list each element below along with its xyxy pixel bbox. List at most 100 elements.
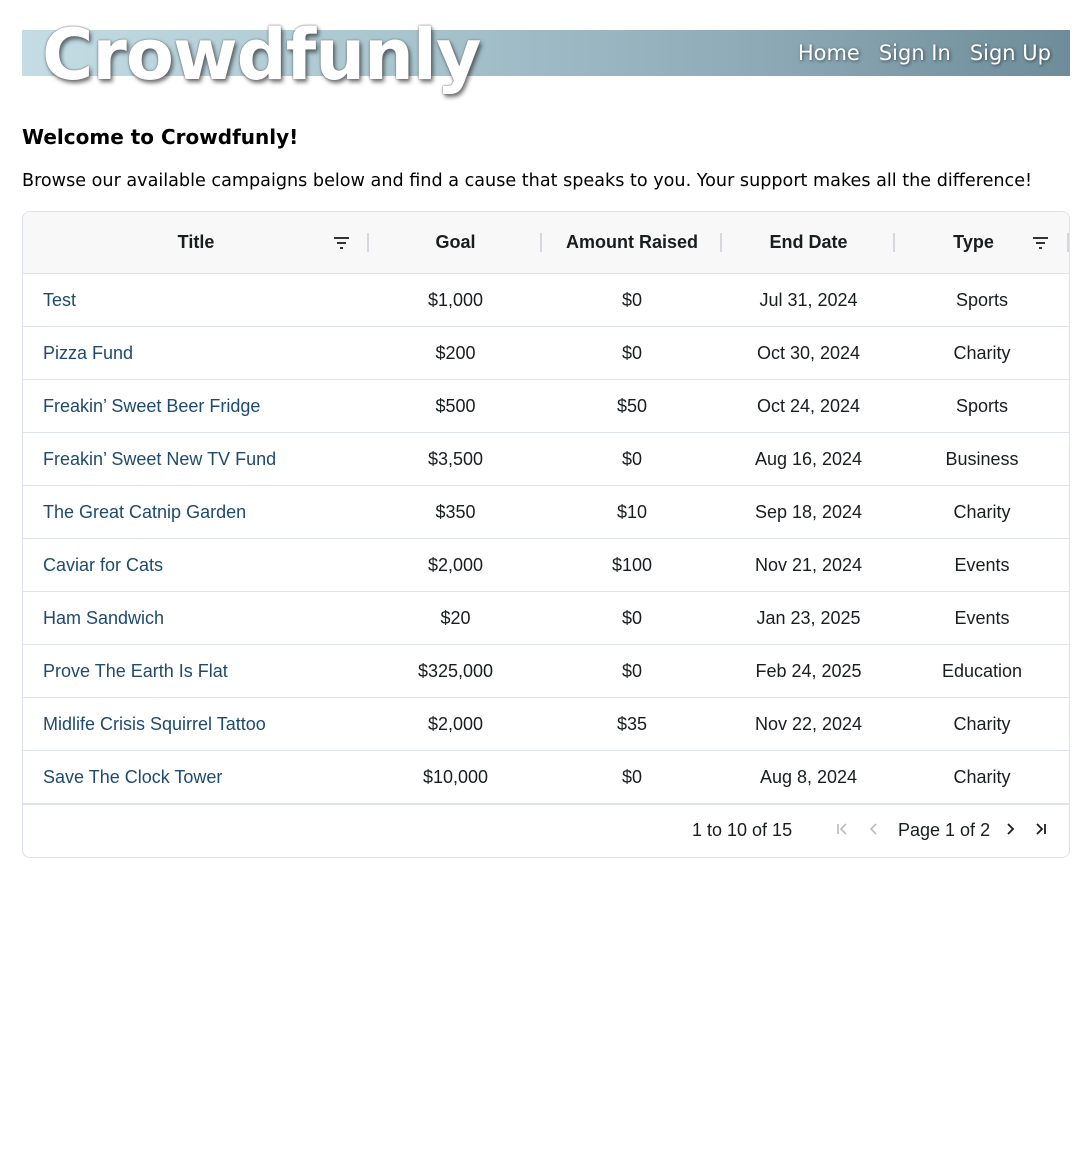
amount-raised-cell: $100 — [542, 539, 722, 591]
page-indicator: Page 1 of 2 — [898, 820, 991, 840]
end-date-cell-text: Jan 23, 2025 — [756, 607, 861, 628]
nav-home-link[interactable]: Home — [798, 36, 860, 70]
column-separator[interactable] — [1067, 233, 1069, 252]
welcome-heading: Welcome to Crowdfunly! — [22, 125, 299, 149]
amount-raised-cell-text: $50 — [616, 395, 648, 416]
campaign-title-link[interactable]: Pizza Fund — [43, 343, 133, 364]
end-date-cell: Feb 24, 2025 — [722, 645, 895, 697]
column-header-label: Type — [953, 232, 994, 252]
table-row[interactable]: Prove The Earth Is Flat $325,000 $0 Feb 24,… — [23, 645, 1069, 698]
end-date-cell-text: Oct 30, 2024 — [756, 342, 861, 363]
campaign-title-link[interactable]: Test — [43, 290, 76, 311]
column-header-end-date[interactable]: End Date — [722, 212, 895, 273]
end-date-cell: Aug 16, 2024 — [722, 433, 895, 485]
table-row[interactable]: The Great Catnip Garden $350 $10 Sep 18, 20… — [23, 486, 1069, 539]
campaign-title-link[interactable]: Freakin’ Sweet Beer Fridge — [43, 396, 260, 417]
table-row[interactable]: Test $1,000 $0 Jul 31, 2024 Sports — [23, 274, 1069, 327]
end-date-cell: Sep 18, 2024 — [722, 486, 895, 538]
table-body: Test $1,000 $0 Jul 31, 2024 Sports Pizza Fund… — [23, 274, 1069, 804]
amount-raised-cell: $35 — [542, 698, 722, 750]
column-header-type[interactable]: Type — [895, 212, 1069, 273]
type-cell-text: Charity — [953, 342, 1011, 363]
type-cell-text: Events — [954, 554, 1010, 575]
end-date-cell-text: Jul 31, 2024 — [759, 289, 858, 310]
amount-raised-cell-text: $0 — [621, 660, 643, 681]
goal-cell-text: $350 — [435, 501, 476, 522]
column-header-amount-raised[interactable]: Amount Raised — [542, 212, 722, 273]
table-row[interactable]: Ham Sandwich $20 $0 Jan 23, 2025 Events — [23, 592, 1069, 645]
campaign-title-link[interactable]: Ham Sandwich — [43, 608, 164, 629]
type-cell: Charity — [895, 327, 1069, 379]
table-row[interactable]: Pizza Fund $200 $0 Oct 30, 2024 Charity — [23, 327, 1069, 380]
type-cell: Education — [895, 645, 1069, 697]
table-row[interactable]: Save The Clock Tower $10,000 $0 Aug 8, 2024… — [23, 751, 1069, 804]
title-cell: Prove The Earth Is Flat — [23, 645, 369, 697]
amount-raised-cell-text: $0 — [621, 766, 643, 787]
filter-icon[interactable] — [1033, 237, 1049, 249]
type-cell-text: Business — [945, 448, 1019, 469]
last-page-icon[interactable] — [1034, 818, 1048, 842]
table-row[interactable]: Caviar for Cats $2,000 $100 Nov 21, 2024 Eve… — [23, 539, 1069, 592]
campaign-title-link[interactable]: The Great Catnip Garden — [43, 502, 246, 523]
amount-raised-cell-text: $0 — [621, 289, 643, 310]
amount-raised-cell: $10 — [542, 486, 722, 538]
amount-raised-cell: $0 — [542, 645, 722, 697]
goal-cell: $10,000 — [369, 751, 542, 803]
type-cell: Charity — [895, 698, 1069, 750]
campaign-title-link[interactable]: Prove The Earth Is Flat — [43, 661, 228, 682]
goal-cell-text: $2,000 — [427, 554, 484, 575]
previous-page-icon[interactable] — [868, 818, 880, 842]
campaign-title-link[interactable]: Midlife Crisis Squirrel Tattoo — [43, 714, 266, 735]
row-count-summary: 1 to 10 of 15 — [692, 820, 793, 840]
type-cell-text: Charity — [953, 766, 1011, 787]
goal-cell: $2,000 — [369, 539, 542, 591]
end-date-cell: Oct 24, 2024 — [722, 380, 895, 432]
end-date-cell: Aug 8, 2024 — [722, 751, 895, 803]
column-header-label: Amount Raised — [565, 232, 698, 252]
nav-sign-in-link[interactable]: Sign In — [879, 36, 951, 70]
goal-cell-text: $10,000 — [422, 766, 489, 787]
filter-icon[interactable] — [334, 237, 350, 249]
goal-cell: $1,000 — [369, 274, 542, 326]
goal-cell-text: $3,500 — [427, 448, 484, 469]
table-header-row: Title Goal Amount Raised End Date Type — [23, 212, 1069, 274]
title-cell: Pizza Fund — [23, 327, 369, 379]
title-cell: Midlife Crisis Squirrel Tattoo — [23, 698, 369, 750]
title-cell: Test — [23, 274, 369, 326]
end-date-cell: Jul 31, 2024 — [722, 274, 895, 326]
first-page-icon[interactable] — [835, 818, 849, 842]
next-page-icon[interactable] — [1004, 818, 1016, 842]
table-row[interactable]: Midlife Crisis Squirrel Tattoo $2,000 $35 N… — [23, 698, 1069, 751]
amount-raised-cell: $0 — [542, 327, 722, 379]
type-cell-text: Sports — [955, 395, 1009, 416]
campaigns-table: Title Goal Amount Raised End Date Type T… — [22, 211, 1070, 858]
type-cell-text: Charity — [953, 501, 1011, 522]
amount-raised-cell-text: $0 — [621, 607, 643, 628]
amount-raised-cell-text: $35 — [616, 713, 648, 734]
end-date-cell: Oct 30, 2024 — [722, 327, 895, 379]
campaign-title-link[interactable]: Caviar for Cats — [43, 555, 163, 576]
site-logo[interactable]: Crowdfunly — [42, 10, 482, 100]
amount-raised-cell-text: $0 — [621, 448, 643, 469]
goal-cell-text: $1,000 — [427, 289, 484, 310]
campaign-title-link[interactable]: Save The Clock Tower — [43, 767, 222, 788]
type-cell: Events — [895, 539, 1069, 591]
goal-cell-text: $2,000 — [427, 713, 484, 734]
title-cell: Caviar for Cats — [23, 539, 369, 591]
goal-cell: $2,000 — [369, 698, 542, 750]
nav-sign-up-link[interactable]: Sign Up — [970, 36, 1051, 70]
end-date-cell: Nov 21, 2024 — [722, 539, 895, 591]
table-row[interactable]: Freakin’ Sweet Beer Fridge $500 $50 Oct 24,… — [23, 380, 1069, 433]
goal-cell: $500 — [369, 380, 542, 432]
column-header-title[interactable]: Title — [23, 212, 369, 273]
campaign-title-link[interactable]: Freakin’ Sweet New TV Fund — [43, 449, 276, 470]
column-header-goal[interactable]: Goal — [369, 212, 542, 273]
type-cell: Charity — [895, 751, 1069, 803]
type-cell: Events — [895, 592, 1069, 644]
type-cell-text: Education — [941, 660, 1023, 681]
goal-cell: $350 — [369, 486, 542, 538]
type-cell: Sports — [895, 274, 1069, 326]
type-cell-text: Charity — [953, 713, 1011, 734]
goal-cell: $20 — [369, 592, 542, 644]
table-row[interactable]: Freakin’ Sweet New TV Fund $3,500 $0 Aug 16… — [23, 433, 1069, 486]
